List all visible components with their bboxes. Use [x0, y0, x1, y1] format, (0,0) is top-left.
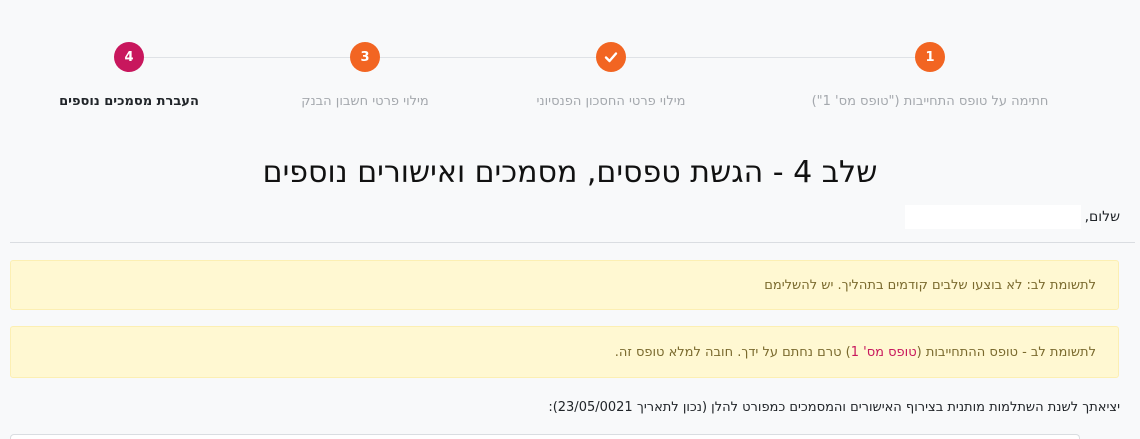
step-2-label: מילוי פרטי החסכון הפנסיוני [536, 94, 686, 109]
step-2[interactable]: מילוי פרטי החסכון הפנסיוני [481, 42, 741, 109]
alert-previous-steps-text: לתשומת לב: לא בוצעו שלבים קודמים בתהליך.… [764, 277, 1096, 293]
step-2-circle[interactable] [596, 42, 626, 72]
step-3-circle[interactable]: 3 [350, 42, 380, 72]
step-3-label: מילוי פרטי חשבון הבנק [301, 94, 429, 109]
alert-prefix: לתשומת לב - טופס ההתחייבות ( [916, 344, 1096, 360]
step-4-circle[interactable]: 4 [114, 42, 144, 72]
step-3[interactable]: 3 מילוי פרטי חשבון הבנק [235, 42, 495, 109]
progress-stepper: 1 חתימה על טופס התחייבות ("טופס מס' 1") … [0, 42, 1140, 122]
step-1[interactable]: 1 חתימה על טופס התחייבות ("טופס מס' 1") [800, 42, 1060, 109]
page-title: שלב 4 - הגשת טפסים, מסמכים ואישורים נוספ… [262, 155, 878, 190]
alert-commitment-form-text: לתשומת לב - טופס ההתחייבות (טופס מס' 1) … [615, 345, 1096, 360]
user-name-box [904, 205, 1081, 229]
alert-suffix: ) טרם נחתם על ידך. חובה למלא טופס זה. [614, 344, 851, 360]
step-1-circle[interactable]: 1 [915, 42, 945, 72]
divider [10, 242, 1135, 243]
documents-card [10, 434, 1080, 439]
alert-commitment-form: לתשומת לב - טופס ההתחייבות (טופס מס' 1) … [10, 326, 1119, 378]
step-4[interactable]: 4 העברת מסמכים נוספים [0, 42, 259, 109]
greeting: שלום, [904, 205, 1120, 229]
requirements-intro: יציאתך לשנת השתלמות מותנית בצירוף האישור… [548, 400, 1120, 415]
form-1-link[interactable]: טופס מס' 1 [851, 345, 917, 360]
step-1-label: חתימה על טופס התחייבות ("טופס מס' 1") [811, 94, 1049, 109]
check-icon [604, 52, 618, 63]
alert-previous-steps: לתשומת לב: לא בוצעו שלבים קודמים בתהליך.… [10, 260, 1119, 310]
greeting-label: שלום, [1084, 209, 1120, 225]
step-4-label: העברת מסמכים נוספים [59, 94, 199, 109]
